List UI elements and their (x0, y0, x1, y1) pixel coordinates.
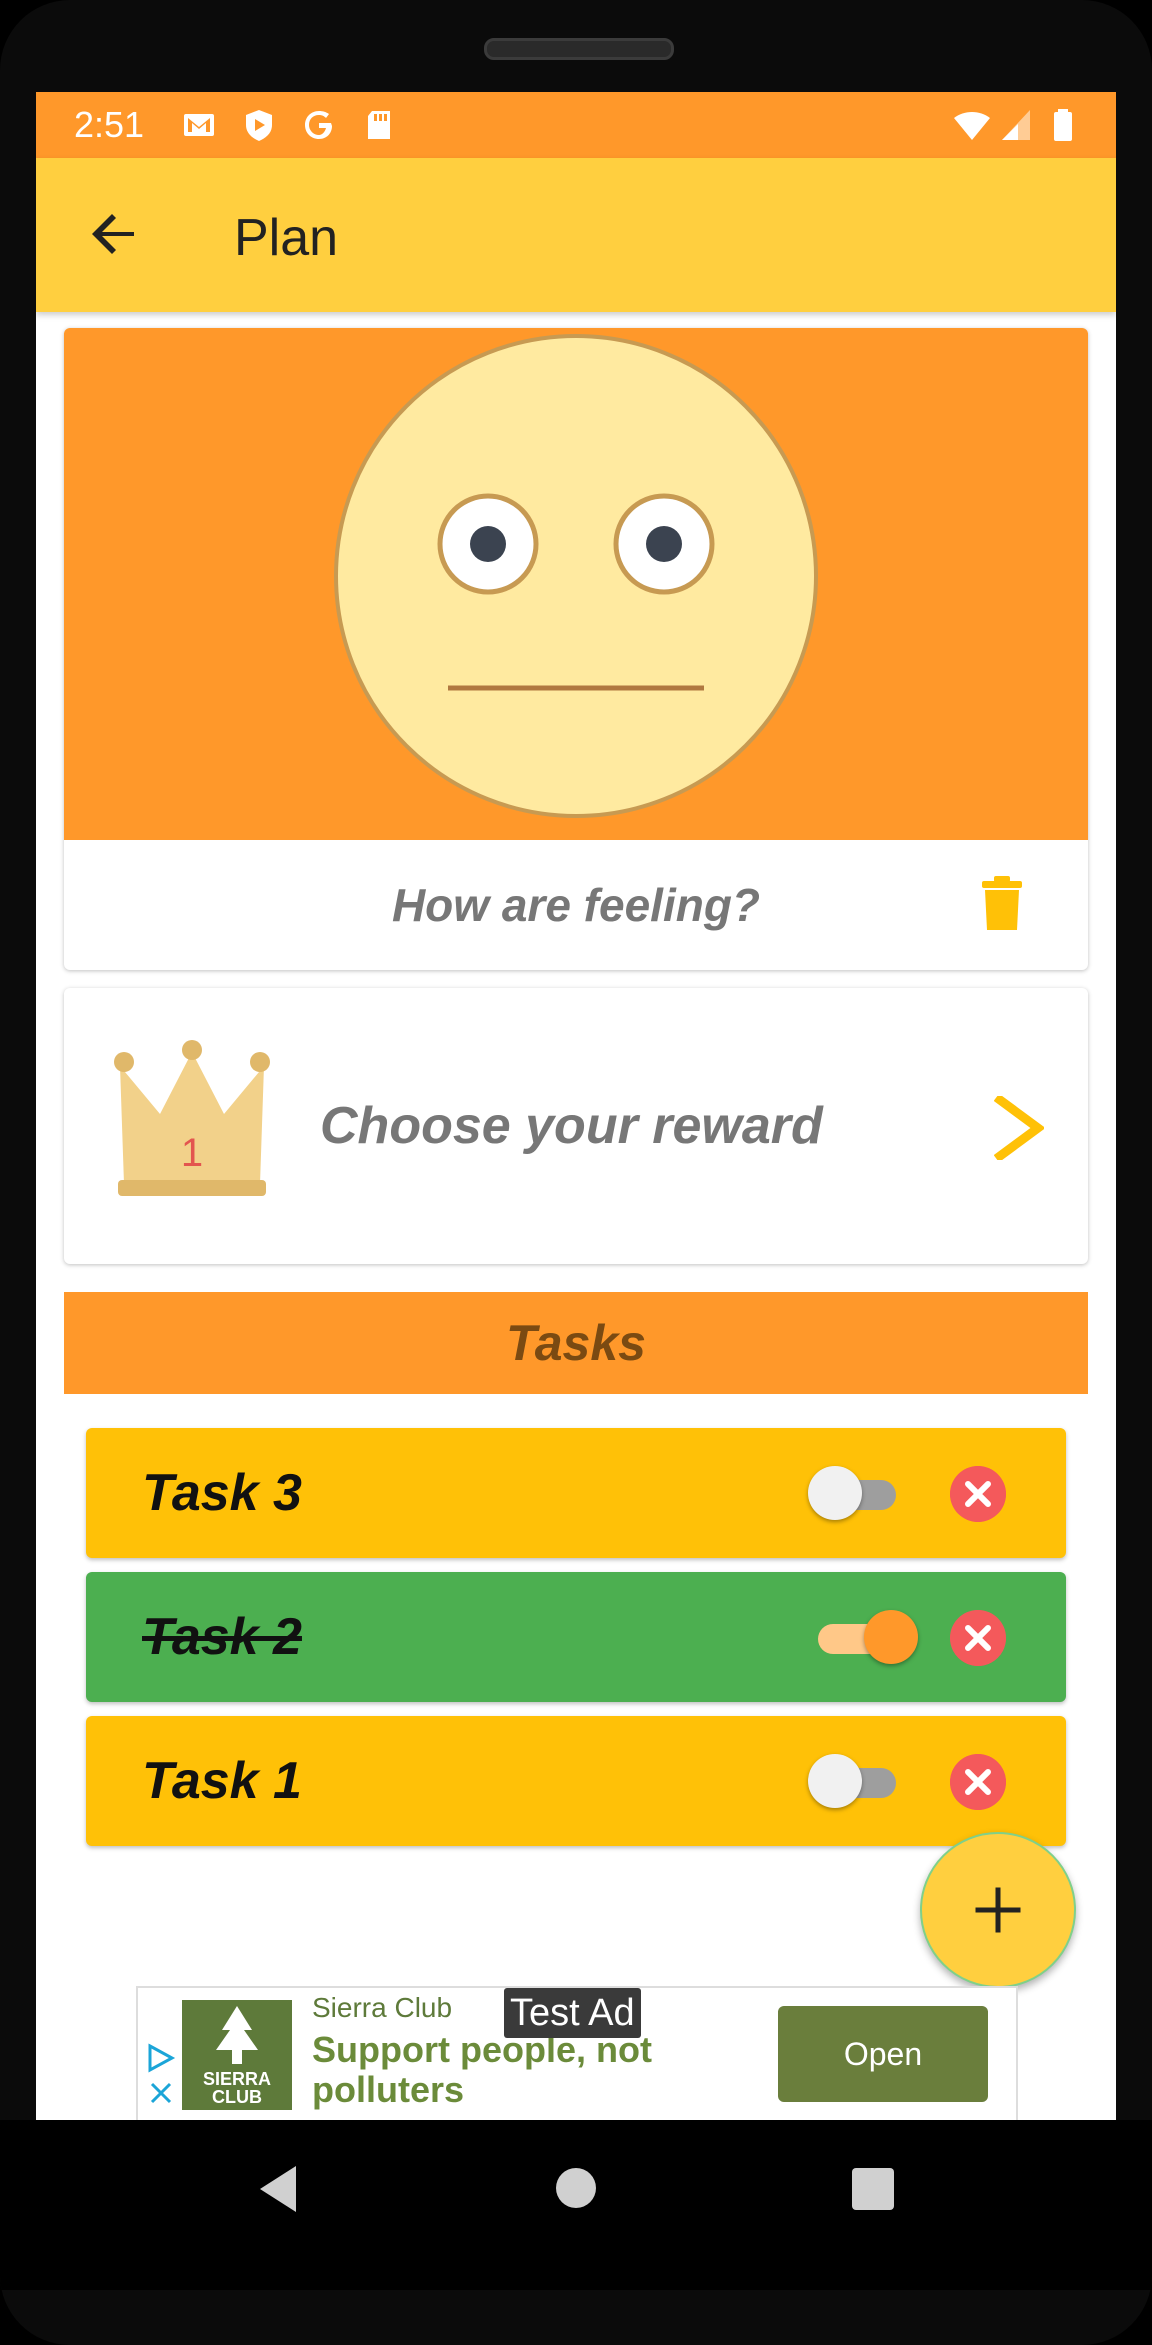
status-bar: 2:51 (36, 92, 1116, 158)
tree-icon (216, 2006, 258, 2064)
task-name: Task 2 (142, 1608, 302, 1666)
task-row[interactable]: Task 1 (86, 1716, 1066, 1846)
phone-frame: 2:51 Plan How are feeling? 1 Choose your… (0, 0, 1152, 2345)
gmail-icon (184, 114, 214, 136)
add-task-button[interactable] (920, 1832, 1076, 1988)
home-circle-icon[interactable] (556, 2168, 596, 2208)
task-name: Task 1 (142, 1752, 302, 1810)
task-complete-toggle[interactable] (808, 1610, 918, 1664)
task-name: Task 3 (142, 1464, 302, 1522)
battery-icon (1054, 109, 1072, 141)
reward-label: Choose your reward (320, 1097, 823, 1155)
ad-headline: Support people, not polluters (312, 2029, 652, 2110)
test-ad-badge: Test Ad (504, 1988, 641, 2038)
advertiser-logo: SIERRA CLUB (182, 2000, 292, 2110)
reward-card[interactable]: 1 Choose your reward (64, 988, 1088, 1264)
earpiece-speaker (484, 38, 674, 60)
wifi-icon (954, 112, 990, 140)
signal-icon (1002, 110, 1030, 140)
status-time: 2:51 (74, 104, 145, 145)
crown-number: 1 (181, 1131, 203, 1175)
google-icon (305, 111, 332, 139)
sd-card-icon (368, 111, 390, 139)
ad-choices-icon[interactable] (144, 2040, 178, 2112)
ad-open-button[interactable]: Open (778, 2006, 988, 2102)
screen: 2:51 Plan How are feeling? 1 Choose your… (36, 92, 1116, 2120)
delete-task-icon[interactable] (950, 1466, 1006, 1522)
ad-advertiser: Sierra Club (312, 1992, 453, 2023)
neutral-face-icon (334, 334, 818, 818)
task-row[interactable]: Task 3 (86, 1428, 1066, 1558)
trash-icon[interactable] (982, 876, 1022, 930)
mood-image[interactable] (64, 328, 1088, 840)
tasks-header: Tasks (64, 1292, 1088, 1394)
mood-prompt: How are feeling? (391, 879, 761, 931)
system-nav-bar (0, 2120, 1152, 2290)
ad-logo-text: SIERRA CLUB (202, 2069, 271, 2107)
back-triangle-icon[interactable] (256, 2164, 300, 2214)
task-complete-toggle[interactable] (808, 1754, 898, 1808)
task-complete-toggle[interactable] (808, 1466, 898, 1520)
shield-icon (246, 110, 272, 141)
ad-banner[interactable]: SIERRA CLUB Sierra Club Support people, … (136, 1986, 1018, 2120)
page-title: Plan (234, 209, 339, 267)
chevron-right-icon[interactable] (994, 1096, 1044, 1160)
delete-task-icon[interactable] (950, 1754, 1006, 1810)
task-row[interactable]: Task 2 (86, 1572, 1066, 1702)
recents-square-icon[interactable] (852, 2168, 894, 2210)
mood-card[interactable]: How are feeling? (64, 328, 1088, 970)
back-arrow-icon[interactable] (86, 206, 142, 262)
delete-task-icon[interactable] (950, 1610, 1006, 1666)
crown-icon: 1 (114, 1040, 270, 1196)
app-bar: Plan (36, 158, 1116, 312)
plus-icon (975, 1887, 1021, 1933)
